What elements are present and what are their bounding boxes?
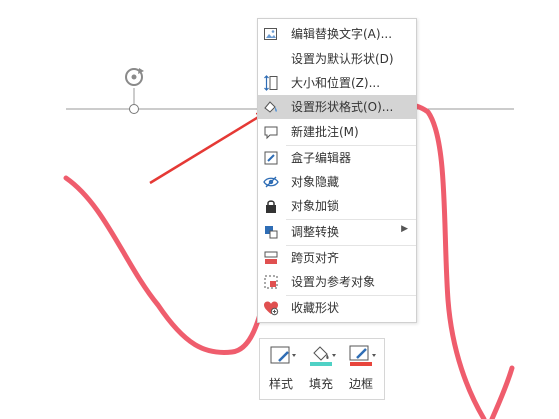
menu-item-label: 设置为参考对象: [291, 275, 376, 289]
menu-item-hide-object[interactable]: 对象隐藏: [258, 170, 416, 194]
lock-icon: [263, 198, 279, 214]
menu-item-label: 盒子编辑器: [291, 151, 352, 165]
menu-item-label: 设置形状格式(O)...: [291, 100, 394, 114]
menu-item-label: 对象加锁: [291, 199, 340, 213]
menu-item-edit-alt-text[interactable]: 编辑替换文字(A)...: [258, 22, 416, 46]
context-menu: 编辑替换文字(A)... 设置为默认形状(D) 大小和位置(Z)... 设置形状…: [257, 18, 417, 323]
mini-toolbar: 样式 填充 边框: [259, 338, 385, 400]
favorite-shape-icon: [263, 300, 279, 316]
menu-item-lock-object[interactable]: 对象加锁: [258, 194, 416, 218]
menu-item-cross-page-align[interactable]: 跨页对齐: [258, 246, 416, 270]
menu-item-label: 新建批注(M): [291, 125, 359, 139]
menu-item-box-editor[interactable]: 盒子编辑器: [258, 146, 416, 170]
border-pen-icon: [349, 345, 376, 366]
format-shape-icon: [263, 99, 279, 115]
reference-object-icon: [263, 274, 279, 290]
menu-item-label: 跨页对齐: [291, 251, 340, 265]
size-position-icon: [263, 75, 279, 91]
menu-item-format-shape[interactable]: 设置形状格式(O)...: [258, 95, 416, 119]
menu-item-adjust-convert[interactable]: 调整转换 ▶: [258, 220, 416, 244]
submenu-arrow-icon: ▶: [401, 224, 408, 234]
shape-style-icon: [270, 346, 296, 364]
menu-item-label: 编辑替换文字(A)...: [291, 27, 393, 41]
style-button[interactable]: 样式: [262, 339, 300, 399]
style-label: 样式: [268, 377, 293, 391]
box-editor-icon: [263, 150, 279, 166]
selection-handle[interactable]: [129, 104, 139, 114]
menu-item-label: 大小和位置(Z)...: [291, 76, 381, 90]
border-button[interactable]: 边框: [342, 339, 380, 399]
new-comment-icon: [263, 124, 279, 140]
menu-item-label: 收藏形状: [291, 301, 340, 315]
menu-item-new-comment[interactable]: 新建批注(M): [258, 120, 416, 144]
menu-item-label: 调整转换: [291, 225, 340, 239]
menu-item-favorite-shape[interactable]: 收藏形状: [258, 296, 416, 320]
menu-item-label: 设置为默认形状(D): [291, 52, 394, 66]
paint-bucket-icon: [310, 346, 336, 366]
fill-label: 填充: [308, 377, 333, 391]
red-pointer-arrow: [149, 111, 267, 185]
menu-item-set-reference-object[interactable]: 设置为参考对象: [258, 270, 416, 294]
image-alt-text-icon: [263, 26, 279, 42]
rotation-handle-icon[interactable]: [125, 68, 144, 86]
fill-button[interactable]: 填充: [302, 339, 340, 399]
eye-hide-icon: [263, 174, 279, 190]
adjust-convert-icon: [263, 224, 279, 240]
pink-curve-end[interactable]: [489, 365, 515, 419]
menu-item-label: 对象隐藏: [291, 175, 340, 189]
menu-item-size-position[interactable]: 大小和位置(Z)...: [258, 71, 416, 95]
border-label: 边框: [348, 377, 373, 391]
menu-item-set-default-shape[interactable]: 设置为默认形状(D): [258, 47, 416, 71]
cross-page-align-icon: [263, 250, 279, 266]
